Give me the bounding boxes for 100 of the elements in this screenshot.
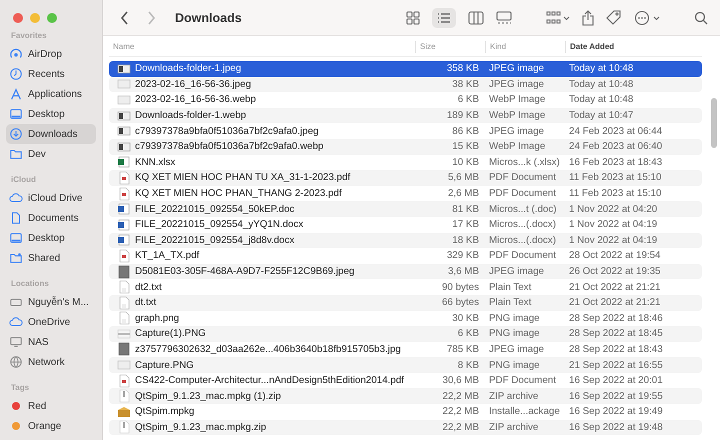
file-size: 81 KB (451, 204, 480, 215)
section-heading: iCloud (10, 174, 37, 186)
file-row[interactable]: KQ XET MIEN HOC PHAN TU XA_31-1-2023.pdf 5,6 MB PDF Document 11 Feb 2023 at 15:10 (109, 170, 702, 186)
sidebar-item[interactable]: OneDrive (6, 312, 96, 332)
file-row[interactable]: FILE_20221015_092554_j8d8v.docx 18 KB Micros...(.docx) 1 Nov 2022 at 04:19 (109, 232, 702, 248)
image-file-icon (117, 77, 131, 92)
file-size: 22,2 MB (442, 422, 480, 433)
file-size: 8 KB (456, 360, 480, 371)
cloud-icon (9, 191, 23, 205)
date-added: Today at 10:48 (568, 94, 634, 106)
monitor-icon (9, 335, 23, 349)
file-size: 90 bytes (440, 282, 480, 293)
sidebar-item[interactable]: Network (6, 352, 96, 372)
column-header[interactable]: Date Added (565, 41, 695, 53)
sidebar-item[interactable]: Documents (6, 208, 96, 228)
file-size: 3,6 MB (446, 266, 480, 278)
sidebar-item[interactable]: iCloud Drive (6, 188, 96, 208)
file-name: FILE_20221015_092554_yYQ1N.docx (135, 219, 304, 230)
folder-icon (9, 147, 23, 161)
pdf-file-icon (117, 170, 131, 185)
file-kind: PDF Document (488, 250, 557, 262)
sidebar-item[interactable]: Orange (6, 416, 96, 436)
group-icon[interactable] (546, 10, 570, 24)
image-file-icon (117, 92, 131, 107)
file-row[interactable]: dt.txt 66 bytes Plain Text 21 Oct 2022 at 21:21 (109, 294, 702, 310)
gallery-view-icon[interactable] (496, 10, 512, 24)
file-size: 30,6 MB (442, 375, 480, 386)
sidebar-item[interactable]: AirDrop (6, 44, 96, 64)
applications-icon (9, 87, 23, 101)
file-kind: Installe...ackage (488, 406, 561, 418)
file-row[interactable]: c79397378a9bfa0f51036a7bf2c9afa0.webp 15 KB WebP Image 24 Feb 2023 at 06:40 (109, 138, 702, 155)
sidebar-item[interactable]: Nguyễn's M... (6, 292, 96, 312)
sidebar-item[interactable]: Recents (6, 64, 96, 84)
date-added: 24 Feb 2023 at 06:44 (568, 126, 664, 137)
sidebar-item[interactable]: Downloads (6, 124, 96, 144)
image-file-icon (117, 108, 131, 123)
file-row[interactable]: KNN.xlsx 10 KB Micros...k (.xlsx) 16 Feb 2023 at 18:43 (109, 154, 702, 170)
cloud-icon (9, 315, 23, 329)
sidebar-item[interactable]: Red (6, 396, 96, 416)
file-row[interactable]: FILE_20221015_092554_50kEP.doc 81 KB Micros...t (.doc) 1 Nov 2022 at 04:20 (109, 201, 702, 217)
file-size: 17 KB (451, 219, 480, 230)
file-kind: Micros...(.docx) (488, 219, 557, 230)
date-added: 28 Sep 2022 at 18:45 (568, 328, 664, 340)
file-row[interactable]: D5081E03-305F-468A-A9D7-F255F12C9B69.jpeg 3,6 MB JPEG image 26 Oct 2022 at 19:35 (109, 264, 702, 280)
file-row[interactable]: FILE_20221015_092554_yYQ1N.docx 17 KB Micros...(.docx) 1 Nov 2022 at 04:19 (109, 216, 702, 233)
date-added: 24 Feb 2023 at 06:40 (568, 141, 664, 152)
file-row[interactable]: Downloads-folder-1.jpeg 358 KB JPEG image Today at 10:48 (109, 61, 702, 77)
date-added: Today at 10:47 (568, 110, 634, 122)
list-view-button[interactable] (432, 8, 456, 28)
file-row[interactable]: z3757796302632_d03aa262e...406b3640b18fb915705b3.jpg 785 KB JPEG image 28 Sep 2022 at 18:43 (109, 342, 702, 358)
file-row[interactable]: QtSpim.mpkg 22,2 MB Installe...ackage 16 Sep 2022 at 19:49 (109, 404, 702, 420)
sidebar-item[interactable]: Desktop (6, 104, 96, 124)
file-size: 785 KB (446, 344, 480, 355)
file-row[interactable]: graph.png 30 KB PNG image 28 Sep 2022 at 18:46 (109, 310, 702, 326)
file-row[interactable]: Capture(1).PNG 6 KB PNG image 28 Sep 2022 at 18:45 (109, 326, 702, 342)
file-row[interactable]: c79397378a9bfa0f51036a7bf2c9afa0.jpeg 86 KB JPEG image 24 Feb 2023 at 06:44 (109, 123, 702, 139)
close-button[interactable] (13, 13, 23, 23)
file-size: 329 KB (446, 250, 480, 262)
file-row[interactable]: 2023-02-16_16-56-36.webp 6 KB WebP Image Today at 10:48 (109, 92, 702, 108)
file-name: c79397378a9bfa0f51036a7bf2c9afa0.webp (135, 141, 324, 152)
file-row[interactable]: KT_1A_TX.pdf 329 KB PDF Document 28 Oct 2022 at 19:54 (109, 248, 702, 264)
column-view-icon[interactable] (468, 10, 484, 24)
date-added: Today at 10:48 (568, 63, 634, 74)
file-row[interactable]: QtSpim_9.1.23_mac.mpkg (1).zip 22,2 MB ZIP archive 16 Sep 2022 at 19:55 (109, 388, 702, 404)
file-row[interactable]: QtSpim_9.1.23_mac.mpkg.zip 22,2 MB ZIP archive 16 Sep 2022 at 19:48 (109, 420, 702, 436)
date-added: 11 Feb 2023 at 15:10 (568, 188, 662, 200)
file-size: 86 KB (451, 126, 480, 137)
file-row[interactable]: CS422-Computer-Architectur...nAndDesign5thEdition2014.pdf 30,6 MB PDF Document 16 Sep 2022 at 20:01 (109, 372, 702, 388)
file-kind: WebP Image (488, 94, 546, 106)
search-icon[interactable] (694, 10, 708, 24)
file-kind: JPEG image (488, 266, 545, 278)
sidebar-item[interactable]: Desktop (6, 228, 96, 248)
list-view-icon (437, 12, 451, 24)
file-row[interactable]: dt2.txt 90 bytes Plain Text 21 Oct 2022 at 21:21 (109, 279, 702, 295)
sidebar-item[interactable]: NAS (6, 332, 96, 352)
grid-view-icon[interactable] (406, 10, 420, 24)
tag-icon[interactable] (606, 10, 622, 26)
date-added: Today at 10:48 (568, 78, 634, 90)
file-size: 6 KB (456, 328, 480, 340)
file-kind: ZIP archive (488, 390, 540, 402)
file-kind: JPEG image (488, 78, 545, 90)
file-row[interactable]: 2023-02-16_16-56-36.jpeg 38 KB JPEG image Today at 10:48 (109, 76, 702, 92)
file-name: Downloads-folder-1.jpeg (135, 63, 242, 74)
sidebar-item[interactable]: Applications (6, 84, 96, 104)
download-icon (9, 127, 23, 141)
file-size: 5,6 MB (446, 172, 480, 184)
sidebar-item[interactable]: Dev (6, 144, 96, 164)
file-kind: WebP Image (488, 110, 546, 122)
file-row[interactable]: Capture.PNG 8 KB PNG image 21 Sep 2022 at 16:55 (109, 357, 702, 373)
file-name: 2023-02-16_16-56-36.jpeg (135, 78, 252, 90)
file-row[interactable]: KQ XET MIEN HOC PHAN_THANG 2-2023.pdf 2,6 MB PDF Document 11 Feb 2023 at 15:10 (109, 186, 702, 202)
file-size: 22,2 MB (442, 406, 480, 418)
file-row[interactable]: Downloads-folder-1.webp 189 KB WebP Image Today at 10:47 (109, 108, 702, 124)
spreadsheet-file-icon (117, 155, 131, 170)
share-icon[interactable] (582, 10, 594, 26)
sidebar-item[interactable]: Shared (6, 248, 96, 268)
file-name: graph.png (135, 312, 180, 324)
file-name: Downloads-folder-1.webp (135, 110, 246, 122)
more-icon[interactable] (634, 10, 660, 26)
file-name: KQ XET MIEN HOC PHAN TU XA_31-1-2023.pdf (135, 172, 350, 184)
